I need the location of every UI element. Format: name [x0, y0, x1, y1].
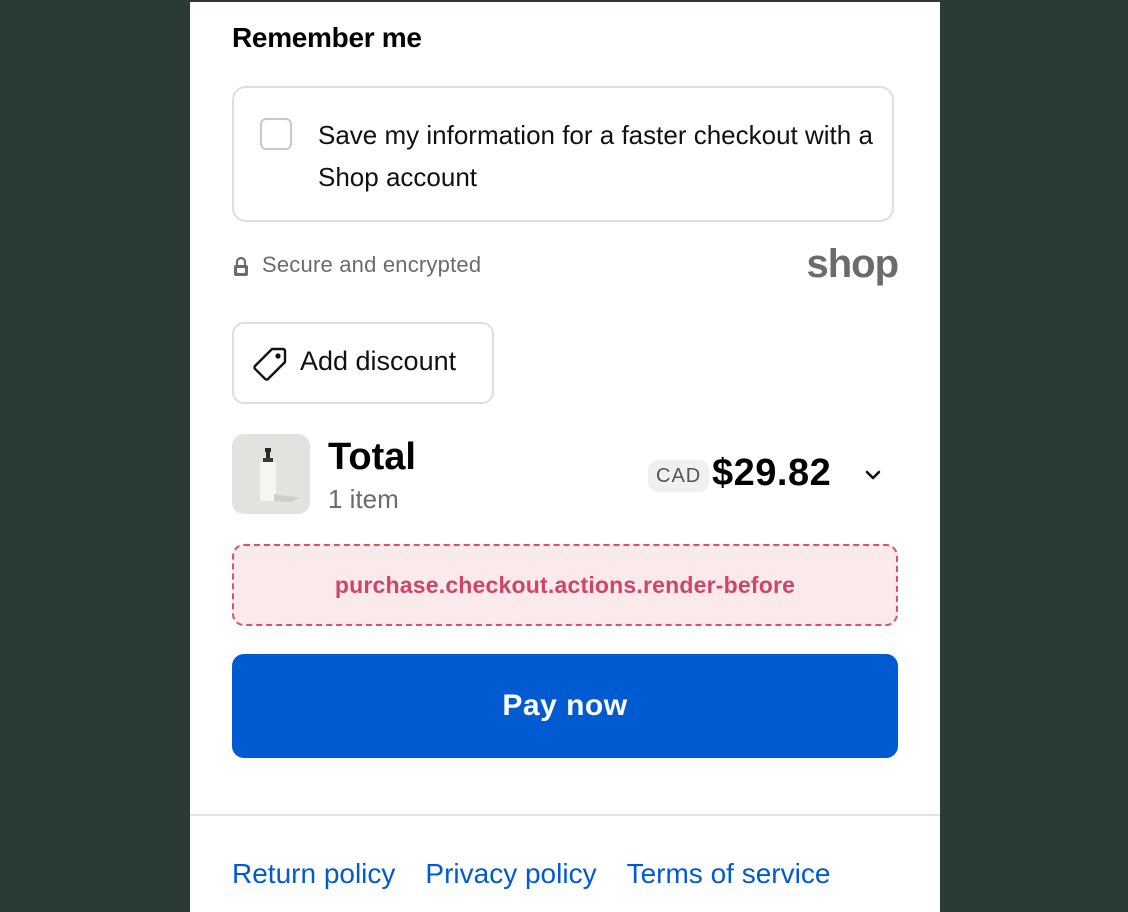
terms-of-service-link[interactable]: Terms of service	[627, 858, 831, 898]
save-info-checkbox[interactable]	[260, 118, 292, 150]
item-count: 1 item	[328, 484, 399, 514]
return-policy-link[interactable]: Return policy	[232, 858, 395, 898]
soap-dispenser-image	[234, 436, 308, 512]
secure-encrypted-text: Secure and encrypted	[262, 252, 482, 277]
add-discount-button[interactable]: Add discount	[232, 322, 494, 404]
total-label: Total	[328, 436, 416, 478]
lock-icon	[234, 256, 248, 276]
save-info-label: Save my information for a faster checkou…	[318, 120, 873, 192]
footer-divider	[190, 814, 940, 816]
chevron-down-icon[interactable]	[862, 464, 884, 486]
remember-me-option[interactable]: Save my information for a faster checkou…	[232, 86, 894, 222]
product-thumbnail	[232, 434, 310, 514]
currency-badge: CAD	[648, 460, 710, 492]
pay-now-button[interactable]: Pay now	[232, 654, 898, 758]
security-row: Secure and encrypted shop	[232, 242, 899, 290]
total-amount: $29.82	[712, 452, 832, 494]
shop-logo: shop	[806, 242, 899, 286]
privacy-policy-link[interactable]: Privacy policy	[425, 858, 596, 898]
extension-placeholder: purchase.checkout.actions.render-before	[232, 544, 898, 626]
add-discount-label: Add discount	[300, 346, 457, 376]
extension-target-label: purchase.checkout.actions.render-before	[334, 572, 796, 598]
tag-icon	[253, 347, 287, 381]
footer-links: Return policy Privacy policy Terms of se…	[232, 858, 830, 898]
checkout-panel: Remember me Save my information for a fa…	[190, 2, 940, 912]
remember-me-heading: Remember me	[232, 22, 422, 53]
